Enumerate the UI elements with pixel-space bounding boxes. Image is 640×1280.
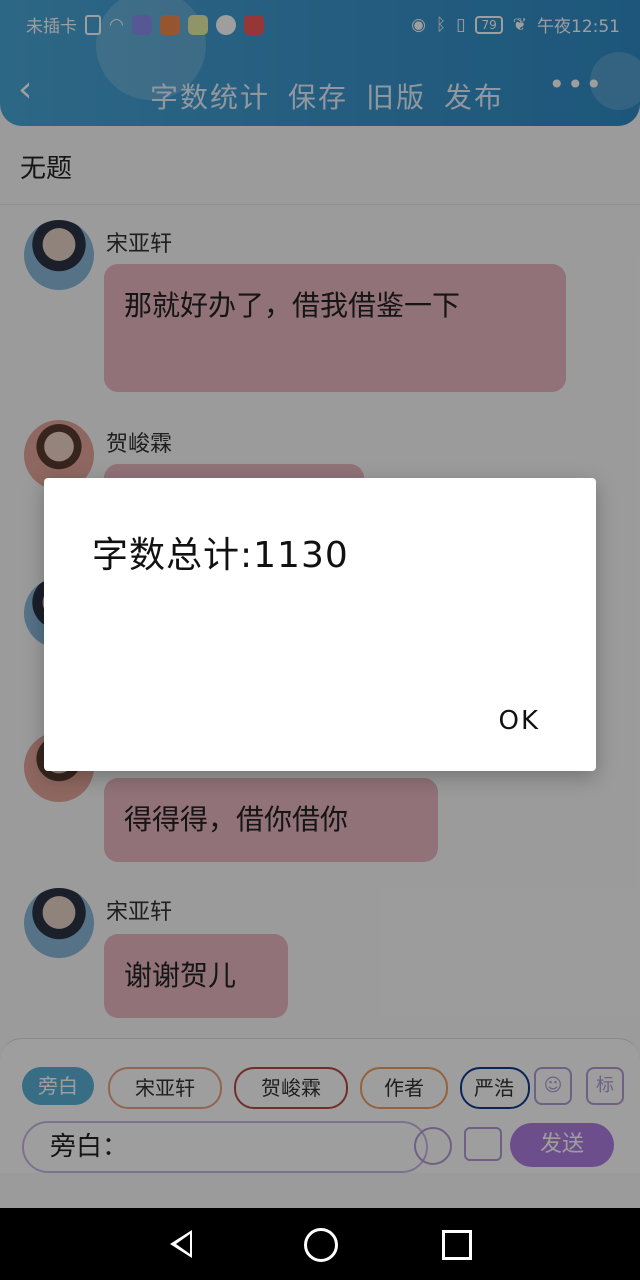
- nav-recent-icon[interactable]: [442, 1230, 472, 1260]
- nav-back-icon[interactable]: [170, 1230, 192, 1258]
- nav-home-icon[interactable]: [304, 1228, 338, 1262]
- app-screen: 未插卡 ◠ ◉ ᛒ ▯ 79 ❦ 午夜12:51 ‹ 字数统计 保存 旧版 发布…: [0, 0, 640, 1280]
- ok-button[interactable]: OK: [498, 706, 540, 736]
- dialog-message: 字数总计:1130: [92, 535, 349, 576]
- system-nav-bar: [0, 1208, 640, 1280]
- word-count-dialog: 字数总计:1130 OK: [44, 478, 596, 771]
